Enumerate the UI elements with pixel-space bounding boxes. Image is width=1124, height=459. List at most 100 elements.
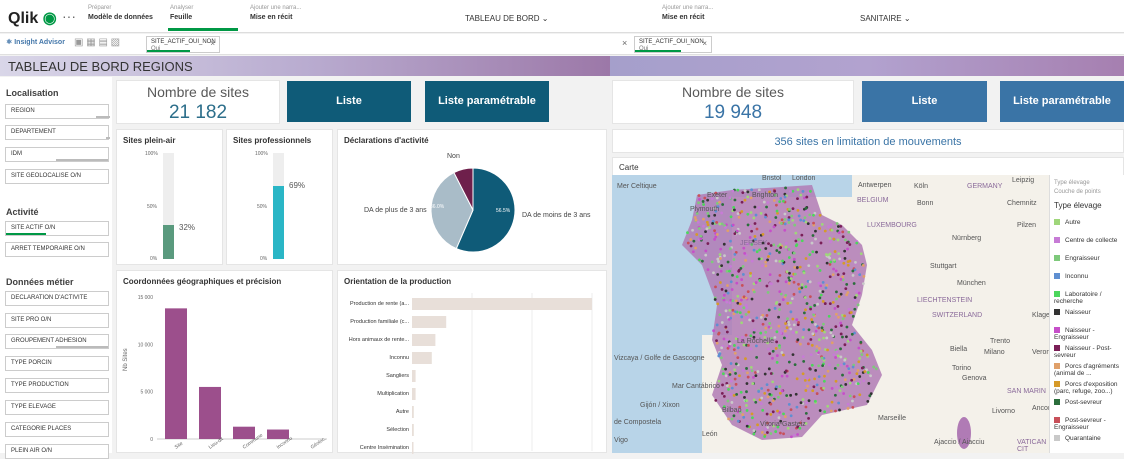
liste-parametrable-button[interactable]: Liste paramétrable [425,81,549,122]
orientation-chart-card[interactable]: Orientation de la production Production … [337,270,607,454]
filter-plein-air[interactable]: PLEIN AIR O/N [5,444,109,459]
map-point [835,222,839,225]
legend-item[interactable]: Quarantaine [1054,435,1124,442]
map-point [724,225,727,229]
qlik-logo[interactable]: Qlik ◉ [8,8,57,28]
kpi-title: Nombre de sites [147,84,249,100]
legend-item[interactable]: Post-sevreur [1054,399,1124,406]
liste-button[interactable]: Liste [287,81,411,122]
filter-departement[interactable]: DEPARTEMENT [5,125,110,140]
map-point [848,243,852,246]
legend-item[interactable]: Laboratoire / recherche [1054,291,1124,305]
legend-item[interactable]: Centre de collecte [1054,237,1124,244]
legend-item[interactable]: Naisseur [1054,309,1124,316]
liste-parametrable-button-right[interactable]: Liste paramétrable [1000,81,1124,122]
coord-bar-chart: 15 00010 0005 0000Nb SitesSite Lieu-dit Co… [123,295,327,451]
map-point [823,410,827,414]
close-icon[interactable]: × [622,38,627,48]
map-point [823,302,827,305]
map-point [764,215,767,219]
legend-item[interactable]: Inconnu [1054,273,1124,280]
filter-arret-temporaire[interactable]: ARRET TEMPORAIRE O/N [5,242,109,257]
map-point [744,303,748,307]
map-view[interactable]: Bristol London Exeter Brighton Plymouth Antwe… [612,175,1049,453]
filter-type-porcin[interactable]: TYPE PORCIN [5,356,109,371]
map-point [750,412,754,416]
map-point [832,353,836,357]
map-point [766,290,770,294]
step-narrate-right[interactable]: Ajouter une narra... Mise en récit [662,3,713,23]
map-point [810,241,814,245]
selection-chip-right[interactable]: SITE_ACTIF_OUI_NON Oui × [634,36,712,53]
step-narrate[interactable]: Ajouter une narra... Mise en récit [250,3,301,23]
coord-chart-card[interactable]: Coordonnées géographiques et précision 1… [116,270,333,453]
map-point [839,355,843,359]
limitation-kpi[interactable]: 356 sites en limitation de mouvements [612,129,1124,153]
map-point [757,188,761,192]
legend-item[interactable]: Porcs d'exposition (parc, refuge, zoo...… [1054,381,1124,395]
legend-swatch [1054,273,1060,280]
step-prepare[interactable]: Préparer Modèle de données [88,3,153,23]
map-point [725,300,729,304]
map-point [733,270,737,274]
map-point [749,334,753,338]
filter-declaration[interactable]: DECLARATION D'ACTIVITE [5,291,109,306]
map-point [820,326,824,330]
pie-declarations-card[interactable]: Déclarations d'activité Non DA de plus d… [337,129,607,265]
map-point [686,231,689,235]
map-point [733,368,736,372]
filter-site-actif[interactable]: SITE ACTIF O/N [5,221,109,236]
sheet-selector[interactable]: TABLEAU DE BORD ⌄ [465,14,548,23]
filter-site-geolocalise[interactable]: SITE GEOLOCALISE O/N [5,169,109,184]
map-point [840,385,844,389]
filter-type-elevage[interactable]: TYPE ELEVAGE [5,400,109,415]
legend-item[interactable]: Autre [1054,219,1124,226]
map-point [746,223,750,227]
filter-region[interactable]: REGION [5,104,110,119]
legend-label: Autre [1065,219,1081,226]
filter-idm[interactable]: IDM [5,147,109,162]
legend-item[interactable]: Post-sevreur - Engraisseur [1054,417,1124,431]
clear-selection-icon[interactable]: × [210,40,215,48]
map-point [874,367,878,371]
clear-selection-icon[interactable]: × [702,40,707,48]
more-menu-icon[interactable]: ··· [62,8,76,24]
gauge-pro-card[interactable]: Sites professionnels 100% 50% 0% 69% [226,129,333,265]
legend-item[interactable]: Naisseur - Post-sevreur [1054,345,1124,359]
map-point [738,374,741,378]
map-point [787,402,791,406]
map-point [729,264,732,268]
page-banner-right [610,56,1124,76]
map-point [782,353,785,357]
filter-site-pro[interactable]: SITE PRO O/N [5,313,109,328]
selection-chip[interactable]: SITE_ACTIF_OUI_NON Oui × [146,36,220,53]
map-point [796,208,800,212]
liste-button-right[interactable]: Liste [862,81,987,122]
legend-item[interactable]: Naisseur - Engraisseur [1054,327,1124,341]
kpi-nombre-sites[interactable]: Nombre de sites 21 182 [116,80,280,124]
gauge-plein-air-card[interactable]: Sites plein-air 100% 50% 0% 32% [116,129,223,265]
filter-categorie-places[interactable]: CATEGORIE PLACES [5,422,109,437]
map-point [784,245,788,249]
kpi-nombre-sites-right[interactable]: Nombre de sites 19 948 [612,80,854,124]
filter-groupement[interactable]: GROUPEMENT ADHESION [5,334,109,349]
filter-type-production[interactable]: TYPE PRODUCTION [5,378,109,393]
map-point [753,328,756,332]
map-point [771,356,774,360]
sheet-selector-right[interactable]: SANITAIRE ⌄ [860,14,911,23]
map-point [697,227,701,230]
map-point [769,229,772,233]
map-point [852,395,856,399]
legend-item[interactable]: Engraisseur [1054,255,1124,262]
card-title: Carte [619,163,639,172]
map-point [855,241,859,245]
insight-advisor-button[interactable]: ⚛ Insight Advisor [6,38,65,46]
selection-tools-icon[interactable]: ▣ ▦ ▤ ▧ [74,37,120,48]
map-point [817,338,821,342]
step-analyze[interactable]: Analyser Feuille [170,3,193,23]
map-point [791,207,795,211]
map-point [706,223,710,227]
legend-item[interactable]: Porcs d'agréments (animal de ... [1054,363,1124,377]
pie-data-label: 36.0% [430,204,445,210]
map-place-label: BELGIUM [857,197,889,204]
